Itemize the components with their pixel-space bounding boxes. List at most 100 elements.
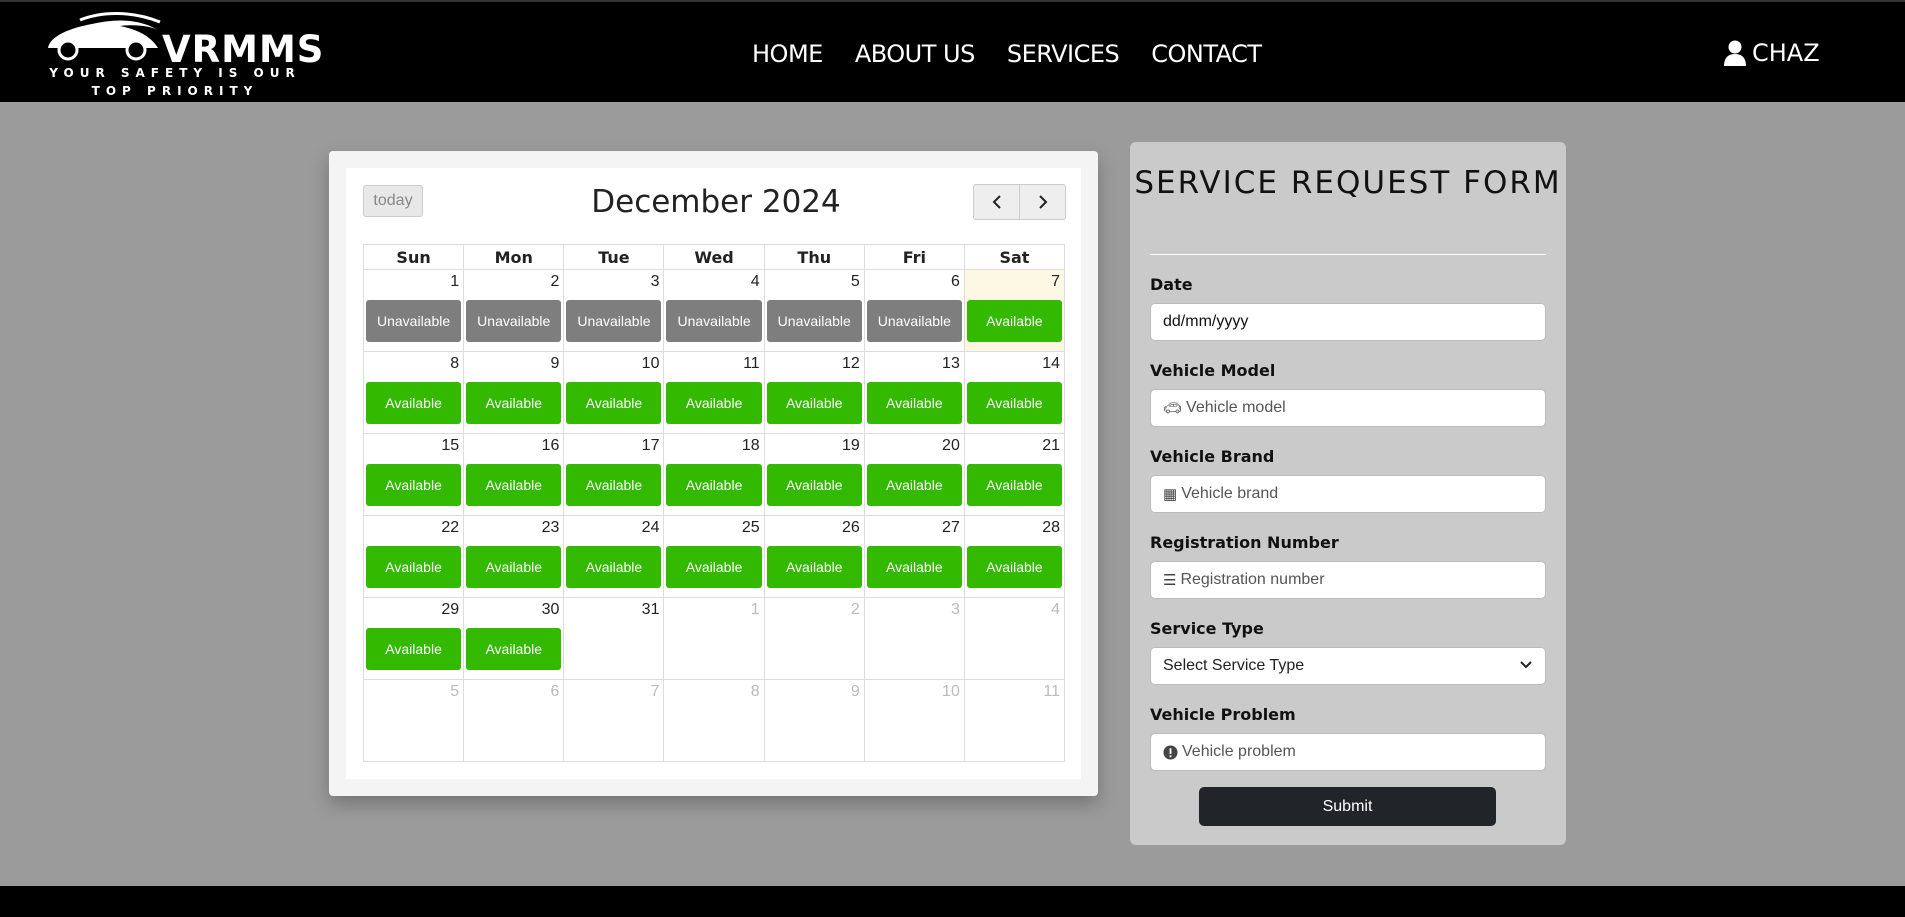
day-cell[interactable]: 21 Available: [963, 433, 1066, 516]
day-cell[interactable]: 31: [563, 597, 665, 680]
day-cell[interactable]: 24 Available: [563, 515, 665, 598]
day-cell[interactable]: 11 Available: [663, 351, 765, 434]
brand-logo[interactable]: VRMMS YOUR SAFETY IS OUR TOP PRIORITY: [40, 8, 350, 100]
day-cell[interactable]: 6 Unavailable: [863, 269, 965, 352]
day-cell[interactable]: 10: [863, 679, 965, 762]
day-cell[interactable]: 5: [362, 679, 465, 762]
vehicle-problem-label: Vehicle Problem: [1150, 705, 1296, 724]
day-cell[interactable]: 11: [963, 679, 1066, 762]
day-cell[interactable]: 5 Unavailable: [763, 269, 865, 352]
brand-tagline: YOUR SAFETY IS OUR TOP PRIORITY: [40, 64, 310, 100]
day-cell[interactable]: 6: [463, 679, 565, 762]
day-cell[interactable]: 28 Available: [963, 515, 1066, 598]
day-cell[interactable]: 14 Available: [963, 351, 1066, 434]
available-badge[interactable]: Available: [566, 464, 662, 506]
unavailable-badge[interactable]: Unavailable: [666, 300, 762, 342]
day-cell[interactable]: 7: [563, 679, 665, 762]
available-badge[interactable]: Available: [466, 628, 562, 670]
unavailable-badge[interactable]: Unavailable: [466, 300, 562, 342]
available-badge[interactable]: Available: [766, 382, 862, 424]
available-badge[interactable]: Available: [866, 382, 962, 424]
service-request-form: SERVICE REQUEST FORM Date dd/mm/yyyy Veh…: [1130, 142, 1566, 845]
chevron-left-icon: [992, 195, 1001, 209]
day-cell[interactable]: 2: [763, 597, 865, 680]
vehicle-problem-input[interactable]: Vehicle problem: [1150, 733, 1546, 771]
prev-month-button[interactable]: [974, 185, 1020, 219]
available-badge[interactable]: Available: [466, 464, 562, 506]
day-cell[interactable]: 7 Available: [963, 269, 1066, 352]
day-number: 1: [450, 273, 460, 290]
available-badge[interactable]: Available: [366, 464, 462, 506]
available-badge[interactable]: Available: [466, 382, 562, 424]
day-cell[interactable]: 8 Available: [362, 351, 465, 434]
nav-home[interactable]: HOME: [752, 40, 823, 68]
unavailable-badge[interactable]: Unavailable: [566, 300, 662, 342]
registration-input[interactable]: ☰ Registration number: [1150, 561, 1546, 599]
vehicle-model-input[interactable]: 🚗︎ Vehicle model: [1150, 389, 1546, 427]
day-cell[interactable]: 4: [963, 597, 1066, 680]
day-cell[interactable]: 4 Unavailable: [663, 269, 765, 352]
day-cell[interactable]: 13 Available: [863, 351, 965, 434]
available-badge[interactable]: Available: [966, 300, 1062, 342]
day-cell[interactable]: 8: [663, 679, 765, 762]
day-cell[interactable]: 26 Available: [763, 515, 865, 598]
user-menu[interactable]: CHAZ: [1724, 39, 1820, 67]
day-cell[interactable]: 30 Available: [463, 597, 565, 680]
day-cell[interactable]: 12 Available: [763, 351, 865, 434]
day-cell[interactable]: 16 Available: [463, 433, 565, 516]
unavailable-badge[interactable]: Unavailable: [366, 300, 462, 342]
nav-contact[interactable]: CONTACT: [1151, 40, 1262, 68]
available-badge[interactable]: Available: [466, 546, 562, 588]
available-badge[interactable]: Available: [866, 464, 962, 506]
day-cell[interactable]: 18 Available: [663, 433, 765, 516]
available-badge[interactable]: Available: [766, 546, 862, 588]
day-cell[interactable]: 3: [863, 597, 965, 680]
nav-about-us[interactable]: ABOUT US: [855, 40, 976, 68]
nav-services[interactable]: SERVICES: [1007, 40, 1120, 68]
available-badge[interactable]: Available: [666, 382, 762, 424]
day-cell[interactable]: 9: [763, 679, 865, 762]
day-cell[interactable]: 19 Available: [763, 433, 865, 516]
day-cell[interactable]: 20 Available: [863, 433, 965, 516]
vehicle-problem-placeholder: Vehicle problem: [1182, 743, 1296, 760]
day-number: 27: [942, 519, 960, 536]
day-cell[interactable]: 15 Available: [362, 433, 465, 516]
unavailable-badge[interactable]: Unavailable: [866, 300, 962, 342]
available-badge[interactable]: Available: [966, 382, 1062, 424]
day-cell[interactable]: 3 Unavailable: [563, 269, 665, 352]
submit-button[interactable]: Submit: [1199, 787, 1496, 826]
car-icon: 🚗︎: [1163, 400, 1183, 417]
available-badge[interactable]: Available: [866, 546, 962, 588]
tagline-line-2: TOP PRIORITY: [91, 84, 259, 98]
date-input[interactable]: dd/mm/yyyy: [1150, 303, 1546, 341]
day-cell[interactable]: 2 Unavailable: [463, 269, 565, 352]
service-type-select[interactable]: Select Service Type: [1150, 647, 1546, 685]
day-number: 1: [750, 601, 760, 618]
available-badge[interactable]: Available: [566, 382, 662, 424]
day-cell[interactable]: 23 Available: [463, 515, 565, 598]
available-badge[interactable]: Available: [366, 546, 462, 588]
available-badge[interactable]: Available: [366, 382, 462, 424]
available-badge[interactable]: Available: [566, 546, 662, 588]
day-cell[interactable]: 29 Available: [362, 597, 465, 680]
available-badge[interactable]: Available: [966, 464, 1062, 506]
day-cell[interactable]: 25 Available: [663, 515, 765, 598]
vehicle-brand-input[interactable]: ▦ Vehicle brand: [1150, 475, 1546, 513]
day-cell[interactable]: 9 Available: [463, 351, 565, 434]
available-badge[interactable]: Available: [666, 464, 762, 506]
available-badge[interactable]: Available: [966, 546, 1062, 588]
available-badge[interactable]: Available: [366, 628, 462, 670]
day-cell[interactable]: 22 Available: [362, 515, 465, 598]
weekday-thu: Thu: [763, 244, 865, 270]
next-month-button[interactable]: [1020, 185, 1065, 219]
available-badge[interactable]: Available: [666, 546, 762, 588]
day-cell[interactable]: 17 Available: [563, 433, 665, 516]
available-badge[interactable]: Available: [766, 464, 862, 506]
day-cell[interactable]: 1: [663, 597, 765, 680]
day-cell[interactable]: 27 Available: [863, 515, 965, 598]
day-cell[interactable]: 10 Available: [563, 351, 665, 434]
today-button[interactable]: today: [363, 185, 423, 217]
unavailable-badge[interactable]: Unavailable: [766, 300, 862, 342]
day-number: 21: [1042, 437, 1060, 454]
day-cell[interactable]: 1 Unavailable: [362, 269, 465, 352]
